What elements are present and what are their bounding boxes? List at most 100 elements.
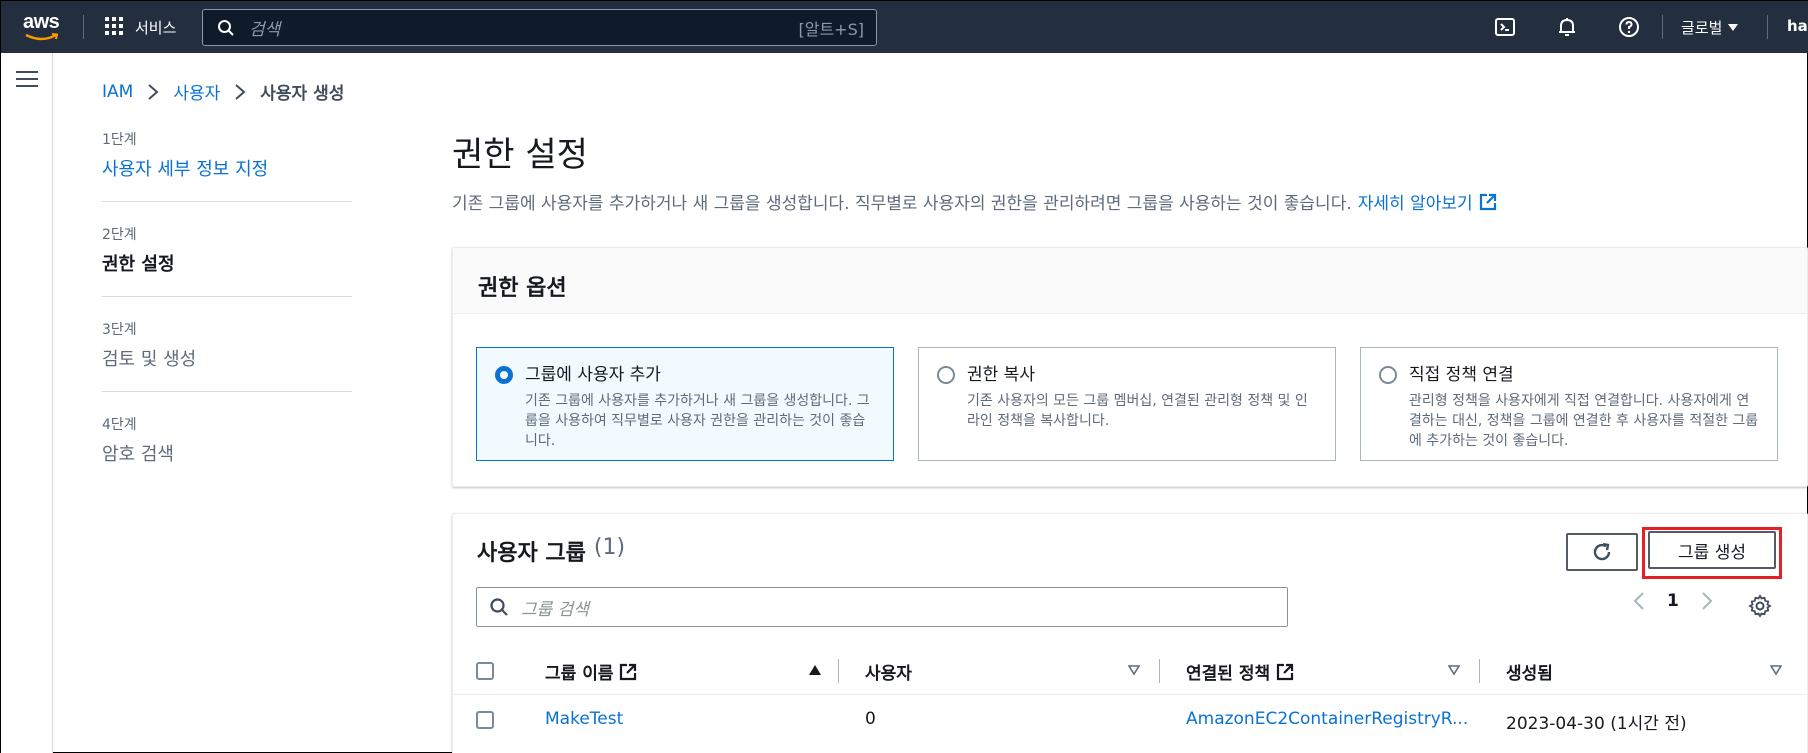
learn-more-link[interactable]: 자세히 알아보기 <box>1358 189 1497 214</box>
page-description: 기존 그룹에 사용자를 추가하거나 새 그룹을 생성합니다. 직무별로 사용자의… <box>452 189 1497 214</box>
learn-more-label: 자세히 알아보기 <box>1357 194 1473 214</box>
permission-options: 그룹에 사용자 추가 기존 그룹에 사용자를 추가하거나 새 그룹을 생성합니다… <box>476 347 1778 461</box>
global-search-input[interactable]: 검색 [알트+S] <box>202 9 877 46</box>
wizard-steps: 1단계 사용자 세부 정보 지정 2단계 권한 설정 3단계 검토 및 생성 4… <box>102 129 352 508</box>
option-title: 권한 복사 <box>967 365 1035 385</box>
chevron-left-icon[interactable] <box>1633 591 1645 611</box>
description-text: 기존 그룹에 사용자를 추가하거나 새 그룹을 생성합니다. 직무별로 사용자의… <box>452 194 1352 214</box>
column-label: 그룹 이름 <box>545 664 614 684</box>
region-label: 글로벌 <box>1681 19 1723 37</box>
group-policy-link[interactable]: AmazonEC2ContainerRegistryR... <box>1186 709 1468 729</box>
column-header-created[interactable]: 생성됨 <box>1506 659 1553 684</box>
step-4: 4단계 암호 검색 <box>102 414 352 486</box>
account-menu[interactable]: ha <box>1787 17 1808 35</box>
sort-icon[interactable] <box>1448 664 1460 676</box>
group-user-count: 0 <box>865 709 876 729</box>
bell-icon[interactable] <box>1555 15 1579 39</box>
aws-smile-icon <box>25 33 59 41</box>
chevron-right-icon[interactable] <box>1701 591 1713 611</box>
row-checkbox[interactable] <box>476 711 494 729</box>
option-title: 그룹에 사용자 추가 <box>525 365 661 385</box>
external-link-icon <box>1277 663 1294 680</box>
group-search-placeholder: 그룹 검색 <box>521 599 589 620</box>
column-label: 생성됨 <box>1506 664 1553 684</box>
user-groups-header: 사용자 그룹 (1) <box>477 535 625 567</box>
help-icon[interactable] <box>1617 15 1641 39</box>
step-1: 1단계 사용자 세부 정보 지정 <box>102 129 352 202</box>
breadcrumb-iam[interactable]: IAM <box>102 82 133 102</box>
highlight-box <box>1642 527 1782 579</box>
step-1-link[interactable]: 사용자 세부 정보 지정 <box>102 155 352 181</box>
option-copy-permissions[interactable]: 권한 복사 기존 사용자의 모든 그룹 멤버십, 연결된 관리형 정책 및 인라… <box>918 347 1336 461</box>
external-link-icon <box>620 663 637 680</box>
user-groups-count: (1) <box>593 535 626 560</box>
sort-ascending-icon[interactable] <box>809 664 821 676</box>
column-header-users[interactable]: 사용자 <box>865 659 912 684</box>
user-groups-title: 사용자 그룹 <box>477 541 586 566</box>
column-label: 연결된 정책 <box>1186 664 1271 684</box>
services-menu-button[interactable]: 서비스 <box>105 15 176 39</box>
region-selector[interactable]: 글로벌 <box>1681 17 1739 38</box>
breadcrumb-users[interactable]: 사용자 <box>173 79 220 104</box>
step-2-label: 권한 설정 <box>102 254 175 275</box>
sort-icon[interactable] <box>1770 664 1782 676</box>
step-number: 3단계 <box>102 322 137 338</box>
step-4-label: 암호 검색 <box>102 444 174 465</box>
page-title: 권한 설정 <box>452 135 588 175</box>
settings-gear-icon[interactable] <box>1748 594 1772 618</box>
pagination: 1 <box>1633 591 1713 611</box>
caret-down-icon <box>1728 23 1739 31</box>
column-separator <box>1159 659 1160 683</box>
radio-button[interactable] <box>937 366 955 384</box>
side-rail <box>1 53 53 753</box>
group-created-date: 2023-04-30 (1시간 전) <box>1506 714 1687 734</box>
table-header: 그룹 이름 사용자 연결된 정책 생성됨 <box>452 647 1807 695</box>
current-page[interactable]: 1 <box>1667 591 1679 611</box>
column-separator <box>838 659 839 683</box>
step-3: 3단계 검토 및 생성 <box>102 319 352 392</box>
search-icon <box>218 19 234 36</box>
option-text: 관리형 정책을 사용자에게 직접 연결합니다. 사용자에게 연결하는 대신, 정… <box>1409 393 1759 449</box>
refresh-button[interactable] <box>1566 533 1638 571</box>
step-number: 1단계 <box>102 132 137 148</box>
option-add-to-group[interactable]: 그룹에 사용자 추가 기존 그룹에 사용자를 추가하거나 새 그룹을 생성합니다… <box>476 347 894 461</box>
hamburger-menu-icon[interactable] <box>16 71 38 89</box>
column-header-policies[interactable]: 연결된 정책 <box>1186 659 1294 684</box>
group-search-input[interactable]: 그룹 검색 <box>476 587 1288 627</box>
cloudshell-icon[interactable] <box>1493 15 1517 39</box>
group-name-link[interactable]: MakeTest <box>545 709 623 729</box>
step-3-label: 검토 및 생성 <box>102 349 197 370</box>
external-link-icon <box>1479 193 1496 210</box>
breadcrumb: IAM 사용자 사용자 생성 <box>102 79 345 105</box>
search-icon <box>490 598 508 616</box>
search-placeholder: 검색 <box>249 20 281 40</box>
option-text: 기존 사용자의 모든 그룹 멤버십, 연결된 관리형 정책 및 인라인 정책을 … <box>967 393 1308 429</box>
option-title: 직접 정책 연결 <box>1409 365 1514 385</box>
option-attach-policies[interactable]: 직접 정책 연결 관리형 정책을 사용자에게 직접 연결합니다. 사용자에게 연… <box>1360 347 1778 461</box>
chevron-right-icon <box>148 83 159 100</box>
panel-header: 권한 옵션 <box>453 248 1807 314</box>
panel-title: 권한 옵션 <box>478 276 567 301</box>
sort-icon[interactable] <box>1128 664 1140 676</box>
search-shortcut: [알트+S] <box>798 19 865 39</box>
step-number: 4단계 <box>102 417 137 433</box>
top-navigation: aws 서비스 검색 [알트+S] 글로벌 ha <box>1 1 1808 53</box>
grid-icon <box>105 17 125 37</box>
nav-divider <box>1767 15 1768 39</box>
radio-button-selected[interactable] <box>495 366 513 384</box>
column-separator <box>1479 659 1480 683</box>
column-header-group-name[interactable]: 그룹 이름 <box>545 659 637 684</box>
refresh-icon <box>1593 542 1611 561</box>
option-text: 기존 그룹에 사용자를 추가하거나 새 그룹을 생성합니다. 그룹을 사용하여 … <box>525 393 870 449</box>
column-label: 사용자 <box>865 664 912 684</box>
select-all-checkbox[interactable] <box>476 662 494 680</box>
aws-logo[interactable]: aws <box>23 11 63 43</box>
step-2: 2단계 권한 설정 <box>102 224 352 297</box>
breadcrumb-current: 사용자 생성 <box>260 84 345 104</box>
step-number: 2단계 <box>102 227 137 243</box>
nav-divider <box>83 15 84 39</box>
nav-divider <box>1662 15 1663 39</box>
chevron-right-icon <box>235 83 246 100</box>
radio-button[interactable] <box>1379 366 1397 384</box>
services-label: 서비스 <box>135 18 177 37</box>
